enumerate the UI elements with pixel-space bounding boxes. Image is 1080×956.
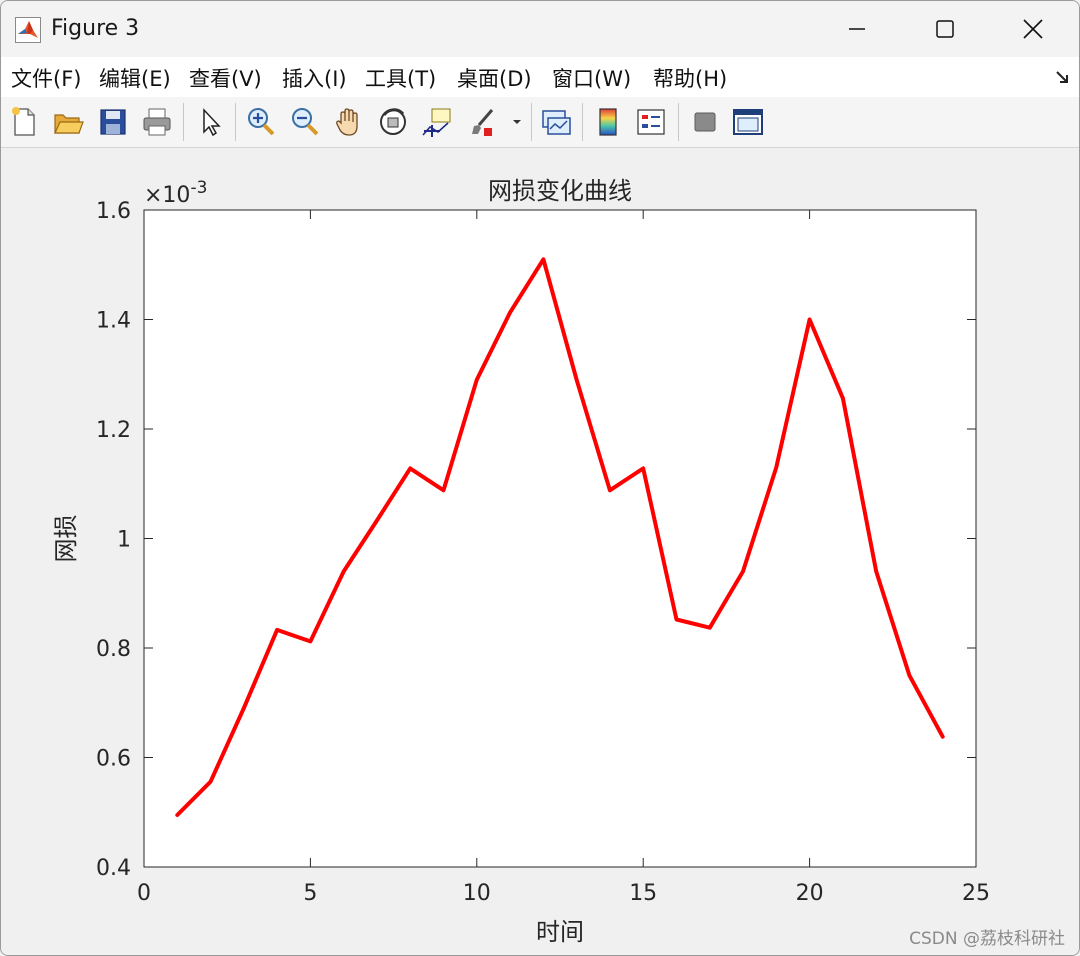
menu-insert[interactable]: 插入(I)	[282, 63, 347, 93]
maximize-icon	[936, 20, 954, 38]
link-plot-icon[interactable]	[539, 105, 573, 139]
zoom-out-icon[interactable]	[288, 105, 322, 139]
save-icon[interactable]	[96, 105, 130, 139]
show-plot-tools-icon[interactable]	[731, 105, 765, 139]
hide-plot-tools-icon[interactable]	[688, 105, 722, 139]
y-tick-label: 1	[117, 528, 131, 553]
x-tick-label: 25	[962, 881, 990, 906]
watermark: CSDN @荔枝科研社	[909, 929, 1065, 949]
matlab-logo-icon	[15, 17, 41, 43]
menu-view[interactable]: 查看(V)	[189, 63, 262, 93]
exponent-power: -3	[190, 178, 207, 198]
toolbar-separator	[235, 103, 236, 141]
figure-window: Figure 3 文件(F) 编辑(E) 查看(V) 插入(I) 工具(T) 桌…	[0, 0, 1080, 956]
toolbar-separator	[531, 103, 532, 141]
figure-toolbar	[1, 97, 1079, 148]
x-tick-label: 0	[137, 881, 151, 906]
window-title: Figure 3	[51, 16, 140, 41]
select-pointer-icon[interactable]	[193, 105, 227, 139]
y-tick-label: 1.4	[96, 309, 131, 334]
line-chart: 0 5 10 15 20 250.40.60.811.21.41.6 网损变化曲线 时间 …	[52, 177, 990, 946]
toolbar-separator	[183, 103, 184, 141]
chart-title: 网损变化曲线	[488, 177, 632, 205]
y-axis-label: 网损	[52, 515, 80, 563]
legend-icon[interactable]	[634, 105, 668, 139]
x-tick-label: 15	[629, 881, 657, 906]
toolbar-separator	[678, 103, 679, 141]
print-icon[interactable]	[140, 105, 174, 139]
menu-help[interactable]: 帮助(H)	[653, 63, 727, 93]
brush-icon[interactable]	[466, 105, 500, 139]
y-exponent-label: ×10-3	[144, 178, 207, 208]
chevron-down-icon[interactable]	[511, 117, 523, 127]
y-tick-label: 0.8	[96, 637, 131, 662]
title-bar[interactable]: Figure 3	[1, 1, 1079, 57]
y-tick-label: 0.6	[96, 747, 131, 772]
colorbar-icon[interactable]	[591, 105, 625, 139]
dock-arrow-icon[interactable]	[1053, 67, 1073, 87]
new-file-icon[interactable]	[7, 105, 41, 139]
pan-hand-icon[interactable]	[332, 105, 366, 139]
x-tick-label: 5	[303, 881, 317, 906]
maximize-button[interactable]	[901, 1, 989, 57]
minimize-button[interactable]	[813, 1, 901, 57]
x-axis-label: 时间	[536, 918, 584, 946]
zoom-in-icon[interactable]	[244, 105, 278, 139]
figure-canvas: 0 5 10 15 20 25 0.4 0.6 0.8 1 1.2 1.4 1.6 网损变化曲线 时间 …	[1, 148, 1079, 955]
toolbar-separator	[582, 103, 583, 141]
menu-edit[interactable]: 编辑(E)	[99, 63, 171, 93]
y-tick-label: 1.2	[96, 418, 131, 443]
y-tick-label: 1.6	[96, 199, 131, 224]
axes-background	[144, 210, 976, 867]
x-tick-label: 10	[463, 881, 491, 906]
exponent-base: ×10	[144, 183, 190, 208]
x-tick-label: 20	[796, 881, 824, 906]
y-tick-label: 0.4	[96, 856, 131, 881]
menu-bar: 文件(F) 编辑(E) 查看(V) 插入(I) 工具(T) 桌面(D) 窗口(W…	[1, 57, 1079, 98]
menu-window[interactable]: 窗口(W)	[552, 63, 631, 93]
minimize-icon	[849, 28, 865, 30]
menu-tools[interactable]: 工具(T)	[365, 63, 436, 93]
rotate-3d-icon[interactable]	[376, 105, 410, 139]
close-icon	[1023, 19, 1043, 39]
menu-desktop[interactable]: 桌面(D)	[457, 63, 532, 93]
menu-file[interactable]: 文件(F)	[11, 63, 81, 93]
open-folder-icon[interactable]	[51, 105, 85, 139]
data-cursor-icon[interactable]	[420, 105, 454, 139]
close-button[interactable]	[989, 1, 1077, 57]
